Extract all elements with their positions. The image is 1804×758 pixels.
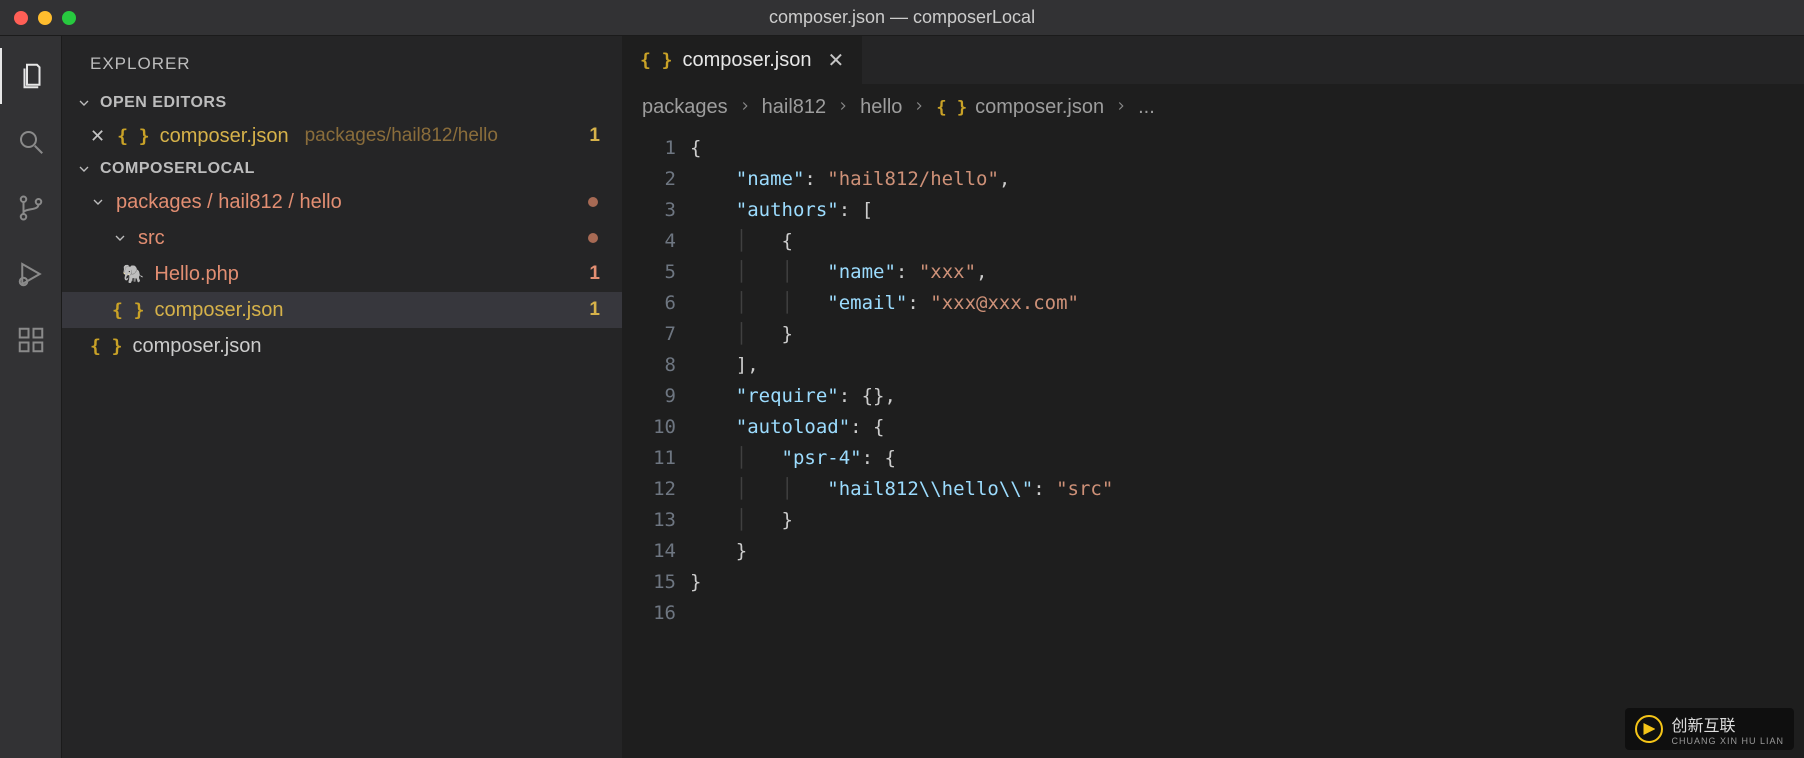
workspace-header[interactable]: COMPOSERLOCAL (62, 154, 622, 184)
git-branch-icon (16, 193, 46, 223)
watermark-text: 创新互联 (1671, 712, 1784, 736)
editor-tab[interactable]: { } composer.json ✕ (622, 36, 863, 84)
chevron-right-icon (836, 96, 850, 119)
json-file-icon: { } (90, 336, 123, 357)
window-minimize-icon[interactable] (38, 11, 52, 25)
breadcrumb-more[interactable]: ... (1138, 96, 1155, 119)
window-titlebar: composer.json — composerLocal (0, 0, 1804, 36)
files-icon (17, 61, 47, 91)
breadcrumb-item[interactable]: hail812 (762, 96, 827, 119)
tree-file-composer-nested[interactable]: { } composer.json 1 (62, 292, 622, 328)
php-file-icon: 🐘 (122, 264, 144, 285)
breadcrumb-file: composer.json (975, 96, 1104, 119)
json-file-icon: { } (640, 50, 673, 71)
open-editor-item[interactable]: ✕ { } composer.json packages/hail812/hel… (62, 118, 622, 154)
window-close-icon[interactable] (14, 11, 28, 25)
debug-icon (16, 259, 46, 289)
file-label: composer.json (155, 299, 284, 322)
close-tab-icon[interactable]: ✕ (827, 48, 844, 73)
chevron-down-icon (76, 161, 92, 177)
chevron-down-icon (76, 95, 92, 111)
modified-dot-icon (588, 197, 598, 207)
tree-folder-packages[interactable]: packages / hail812 / hello (62, 184, 622, 220)
folder-label: src (138, 227, 165, 250)
chevron-right-icon (912, 96, 926, 119)
tab-filename: composer.json (683, 49, 812, 72)
activity-scm[interactable] (0, 180, 62, 236)
git-badge: 1 (589, 263, 608, 285)
chevron-right-icon (738, 96, 752, 119)
json-file-icon: { } (936, 98, 967, 118)
chevron-down-icon (90, 194, 106, 210)
open-editor-path: packages/hail812/hello (305, 125, 498, 147)
search-icon (16, 127, 46, 157)
file-label: Hello.php (154, 263, 239, 286)
activity-search[interactable] (0, 114, 62, 170)
breadcrumb-item[interactable]: packages (642, 96, 728, 119)
explorer-title: EXPLORER (62, 36, 622, 88)
chevron-down-icon (112, 230, 128, 246)
chevron-right-icon (1114, 96, 1128, 119)
tree-file-hello[interactable]: 🐘 Hello.php 1 (62, 256, 622, 292)
json-file-icon: { } (112, 300, 145, 321)
tree-folder-src[interactable]: src (62, 220, 622, 256)
activity-bar (0, 36, 62, 758)
breadcrumb-item[interactable]: hello (860, 96, 902, 119)
breadcrumb[interactable]: packages hail812 hello { } composer.json… (622, 84, 1804, 131)
breadcrumb-item[interactable]: { } composer.json (936, 96, 1104, 119)
open-editor-badge: 1 (589, 125, 608, 147)
activity-explorer[interactable] (0, 48, 62, 104)
open-editors-header[interactable]: OPEN EDITORS (62, 88, 622, 118)
window-maximize-icon[interactable] (62, 11, 76, 25)
folder-label: packages / hail812 / hello (116, 191, 342, 214)
window-title: composer.json — composerLocal (769, 7, 1035, 28)
close-editor-icon[interactable]: ✕ (90, 126, 107, 147)
code-editor[interactable]: { "name": "hail812/hello", "authors": [ … (690, 131, 1804, 758)
file-label: composer.json (133, 335, 262, 358)
tree-file-composer-root[interactable]: { } composer.json (62, 328, 622, 364)
watermark-subtext: CHUANG XIN HU LIAN (1671, 736, 1784, 746)
watermark-logo-icon (1635, 715, 1663, 743)
explorer-panel: EXPLORER OPEN EDITORS ✕ { } composer.jso… (62, 36, 622, 758)
json-file-icon: { } (117, 126, 150, 147)
line-gutter: 1 2 3 4 5 6 7 8 9 10 11 12 13 14 15 16 (630, 131, 690, 758)
workspace-name: COMPOSERLOCAL (100, 160, 255, 178)
activity-debug[interactable] (0, 246, 62, 302)
editor-tabs: { } composer.json ✕ (622, 36, 1804, 84)
activity-extensions[interactable] (0, 312, 62, 368)
git-badge: 1 (589, 299, 608, 321)
extensions-icon (16, 325, 46, 355)
modified-dot-icon (588, 233, 598, 243)
open-editors-label: OPEN EDITORS (100, 94, 227, 112)
editor-area: { } composer.json ✕ packages hail812 hel… (622, 36, 1804, 758)
open-editor-filename: composer.json (160, 125, 289, 148)
watermark: 创新互联 CHUANG XIN HU LIAN (1625, 708, 1794, 750)
